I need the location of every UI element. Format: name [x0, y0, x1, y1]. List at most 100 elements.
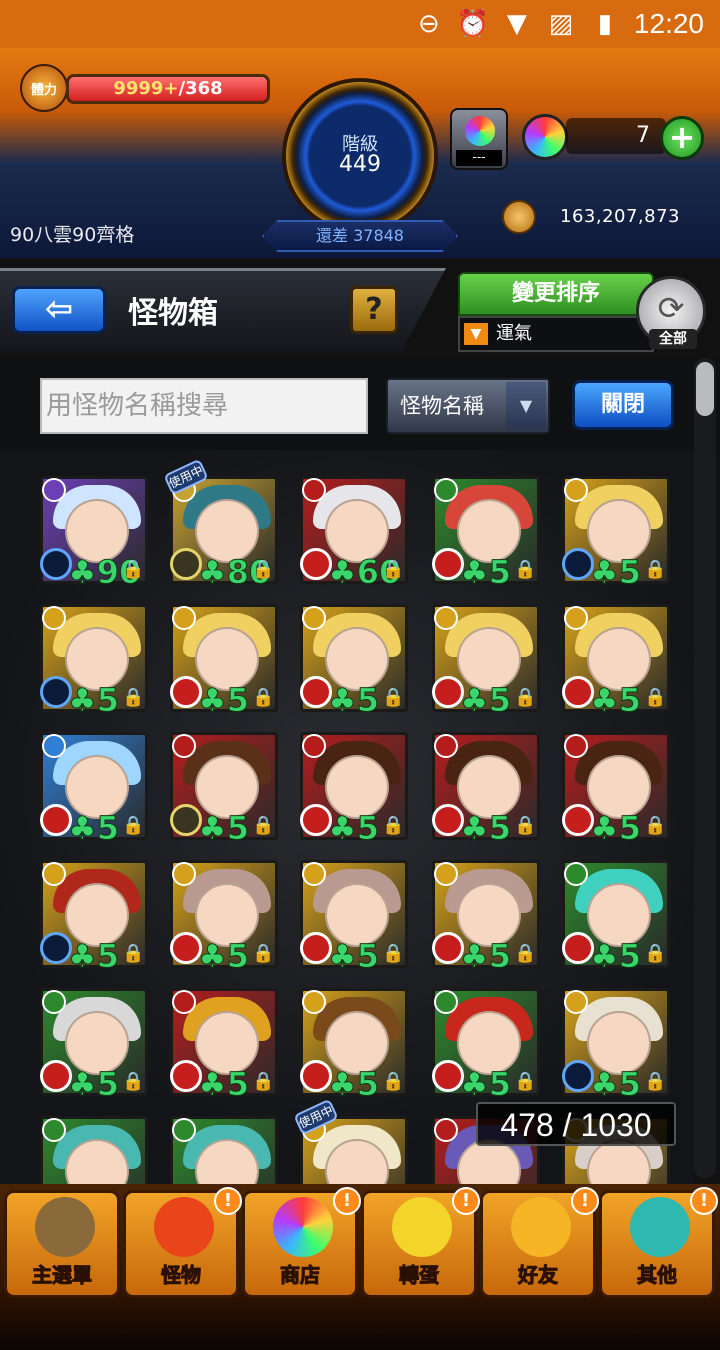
- level-label: ♣5: [590, 553, 642, 591]
- element-icon: [434, 606, 458, 630]
- lock-icon: 🔒: [644, 559, 667, 580]
- monster-card[interactable]: ♣60 🔒: [300, 476, 408, 589]
- monster-grid: ♣90 🔒 ♣80 🔒 使用中 ♣60 🔒 ♣5 🔒 ♣5 🔒 ♣5 🔒 ♣5 🔒 ♣5 🔒 ♣5 🔒 ♣5 🔒 ♣5 🔒 ♣…: [0, 450, 694, 1224]
- alarm-icon: ⏰: [456, 9, 490, 39]
- monster-card[interactable]: ♣5 🔒: [170, 988, 278, 1101]
- monster-card[interactable]: ♣5 🔒: [562, 604, 670, 717]
- scrollbar-thumb[interactable]: [696, 362, 714, 416]
- nav-gacha-button[interactable]: 轉蛋!: [361, 1187, 480, 1298]
- rank-badge[interactable]: 階級 449: [286, 82, 434, 230]
- monster-card[interactable]: ♣5 🔒: [300, 732, 408, 845]
- element-icon: [42, 606, 66, 630]
- level-label: ♣5: [460, 937, 512, 975]
- level-label: ♣5: [198, 1065, 250, 1103]
- sort-value[interactable]: ▼ 運氣: [458, 316, 654, 352]
- orb-box-label: ---: [456, 150, 502, 166]
- stamina-bar: 體力 9999+/368: [20, 64, 270, 112]
- monster-card[interactable]: ♣90 🔒: [40, 476, 148, 589]
- nav-label: 好友: [518, 1263, 559, 1288]
- no-sim-icon: ▨: [548, 9, 574, 39]
- element-icon: [172, 1118, 196, 1142]
- element-icon: [172, 990, 196, 1014]
- element-icon: [564, 734, 588, 758]
- friends-icon: [511, 1197, 571, 1257]
- lock-icon: 🔒: [252, 559, 275, 580]
- monster-card[interactable]: ♣5 🔒: [432, 860, 540, 973]
- lock-icon: 🔒: [122, 943, 145, 964]
- element-icon: [564, 606, 588, 630]
- notification-badge: !: [452, 1187, 480, 1215]
- nav-label: 轉蛋: [399, 1263, 440, 1288]
- monster-icon: [154, 1197, 214, 1257]
- level-label: ♣5: [328, 1065, 380, 1103]
- lock-icon: 🔒: [514, 687, 537, 708]
- level-label: ♣5: [460, 1065, 512, 1103]
- monster-card[interactable]: ♣5 🔒: [300, 860, 408, 973]
- monster-card[interactable]: ♣5 🔒: [432, 476, 540, 589]
- monster-card[interactable]: ♣5 🔒: [300, 604, 408, 717]
- monster-card[interactable]: ♣5 🔒: [432, 988, 540, 1101]
- level-label: ♣5: [198, 937, 250, 975]
- orb-count: 7: [566, 118, 666, 154]
- lock-icon: 🔒: [252, 687, 275, 708]
- level-label: ♣5: [68, 937, 120, 975]
- monster-card[interactable]: ♣5 🔒: [562, 988, 670, 1101]
- monster-card[interactable]: ♣5 🔒: [170, 732, 278, 845]
- monster-card[interactable]: ♣5 🔒: [432, 732, 540, 845]
- monster-card[interactable]: ♣5 🔒: [300, 988, 408, 1101]
- change-sort-button[interactable]: 變更排序: [458, 272, 654, 316]
- monster-card[interactable]: ♣5 🔒: [40, 732, 148, 845]
- monster-card[interactable]: ♣5 🔒: [170, 860, 278, 973]
- monster-card[interactable]: ♣80 🔒 使用中: [163, 458, 278, 589]
- stamina-value: 9999+/368: [66, 74, 270, 104]
- element-icon: [302, 862, 326, 886]
- nav-other-button[interactable]: 其他!: [599, 1187, 718, 1298]
- refresh-icon: ⟳: [657, 289, 685, 327]
- rank-remaining: 還差 37848: [262, 220, 458, 252]
- monster-card[interactable]: ♣5 🔒: [562, 860, 670, 973]
- monster-card[interactable]: ♣5 🔒: [40, 604, 148, 717]
- element-icon: [172, 606, 196, 630]
- other-icon: [630, 1197, 690, 1257]
- monster-card[interactable]: ♣5 🔒: [170, 604, 278, 717]
- level-label: ♣5: [460, 553, 512, 591]
- element-icon: [434, 1118, 458, 1142]
- level-label: ♣5: [460, 681, 512, 719]
- notification-badge: !: [690, 1187, 718, 1215]
- monster-card[interactable]: ♣5 🔒: [40, 988, 148, 1101]
- nav-friends-button[interactable]: 好友!: [480, 1187, 599, 1298]
- box-count: 478 / 1030: [476, 1102, 676, 1146]
- orb-icon: [522, 114, 568, 160]
- element-icon: [302, 734, 326, 758]
- scrollbar[interactable]: [694, 358, 716, 1178]
- nav-home-button[interactable]: 主選單: [4, 1190, 120, 1298]
- username: 90八雲90齊格: [10, 224, 135, 246]
- rank-value: 449: [339, 152, 381, 177]
- help-button[interactable]: ?: [350, 286, 398, 334]
- level-label: ♣5: [198, 681, 250, 719]
- buy-orb-button[interactable]: +: [660, 116, 704, 160]
- lock-icon: 🔒: [514, 1071, 537, 1092]
- monster-card[interactable]: ♣5 🔒: [562, 732, 670, 845]
- level-label: ♣5: [198, 809, 250, 847]
- monster-card[interactable]: ♣5 🔒: [562, 476, 670, 589]
- dnd-icon: ⊖: [418, 9, 440, 39]
- monster-card[interactable]: ♣5 🔒: [432, 604, 540, 717]
- orb-box-button[interactable]: ---: [450, 108, 508, 170]
- lock-icon: 🔒: [382, 687, 405, 708]
- notification-badge: !: [571, 1187, 599, 1215]
- element-icon: [42, 1118, 66, 1142]
- lock-icon: 🔒: [382, 943, 405, 964]
- all-toggle-button[interactable]: ⟳ 全部: [636, 276, 706, 349]
- element-icon: [42, 862, 66, 886]
- search-mode-select[interactable]: 怪物名稱 ▼: [386, 378, 550, 434]
- all-label: 全部: [649, 329, 697, 349]
- element-icon: [434, 478, 458, 502]
- close-search-button[interactable]: 關閉: [572, 380, 674, 430]
- nav-monster-button[interactable]: 怪物!: [123, 1187, 242, 1298]
- lock-icon: 🔒: [122, 1071, 145, 1092]
- search-input[interactable]: 用怪物名稱搜尋: [40, 378, 368, 434]
- back-button[interactable]: ⇦: [12, 286, 106, 334]
- monster-card[interactable]: ♣5 🔒: [40, 860, 148, 973]
- nav-shop-button[interactable]: 商店!: [242, 1187, 361, 1298]
